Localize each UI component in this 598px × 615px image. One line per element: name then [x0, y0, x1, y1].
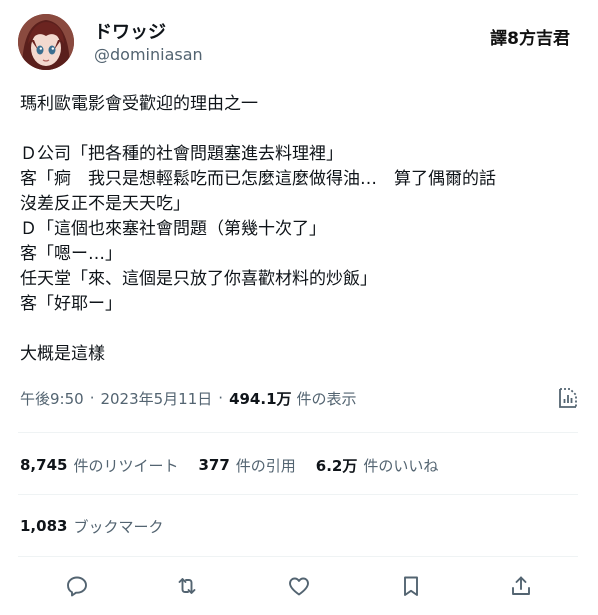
views-count: 494.1万	[229, 389, 292, 408]
tweet-text: 瑪利歐電影會受歡迎的理由之一 Ｄ公司「把各種的社會問題塞進去料理裡」 客「痾 我…	[20, 92, 585, 367]
analytics-icon[interactable]	[556, 386, 580, 410]
avatar[interactable]	[18, 14, 74, 70]
meta-separator: ·	[89, 389, 95, 407]
retweets-count: 8,745	[20, 456, 68, 474]
divider	[18, 556, 578, 557]
bookmark-icon	[399, 574, 423, 598]
likes-stat[interactable]: 6.2万 件のいいね	[316, 455, 439, 476]
meta-separator: ·	[218, 389, 224, 407]
tweet-line: 客「嗯ー…」	[20, 244, 122, 264]
retweets-stat[interactable]: 8,745 件のリツイート	[20, 455, 178, 476]
share-button[interactable]	[508, 573, 534, 599]
reply-icon	[65, 574, 89, 598]
tweet-line: 客「好耶ー」	[20, 294, 122, 314]
user-handle[interactable]: @dominiasan	[94, 45, 203, 64]
tweet-time[interactable]: 午後9:50	[20, 388, 84, 409]
tweet-line: 客「痾 我只是想輕鬆吃而已怎麼這麼做得油… 算了偶爾的話	[20, 169, 496, 189]
tweet-date[interactable]: 2023年5月11日	[100, 388, 212, 409]
bookmarks-count: 1,083	[20, 517, 68, 535]
views-label: 件の表示	[296, 389, 357, 408]
tweet-line: 任天堂「來、這個是只放了你喜歡材料的炒飯」	[20, 269, 377, 289]
tweet-line: 沒差反正不是天天吃」	[20, 194, 190, 214]
tweet-line: Ｄ「這個也來塞社會問題（第幾十次了」	[20, 219, 326, 239]
action-bar	[18, 570, 578, 600]
likes-label: 件のいいね	[363, 456, 439, 475]
tweet-line	[20, 317, 585, 342]
reply-button[interactable]	[64, 573, 90, 599]
tweet-line: 大概是這樣	[20, 344, 105, 364]
quotes-stat[interactable]: 377 件の引用	[198, 455, 295, 476]
divider	[18, 432, 578, 433]
retweets-label: 件のリツイート	[73, 456, 179, 475]
tweet-line: Ｄ公司「把各種的社會問題塞進去料理裡」	[20, 144, 343, 164]
likes-count: 6.2万	[315, 456, 358, 475]
tweet-stats: 8,745 件のリツイート 377 件の引用 6.2万 件のいいね	[20, 454, 458, 476]
divider	[18, 494, 578, 495]
quotes-label: 件の引用	[235, 456, 296, 475]
display-name[interactable]: ドワッジ	[94, 18, 166, 44]
tweet-header: ドワッジ @dominiasan 譯8方吉君	[18, 14, 578, 74]
quotes-count: 377	[198, 456, 230, 474]
translator-watermark: 譯8方吉君	[490, 29, 570, 49]
like-button[interactable]	[286, 573, 312, 599]
bookmarks-label: ブックマーク	[73, 517, 164, 536]
tweet-line: 瑪利歐電影會受歡迎的理由之一	[20, 94, 258, 114]
tweet-line	[20, 117, 585, 142]
heart-icon	[287, 574, 311, 598]
retweet-button[interactable]	[174, 573, 200, 599]
bookmark-button[interactable]	[398, 573, 424, 599]
bookmarks-stat[interactable]: 1,083 ブックマーク	[20, 515, 163, 537]
share-icon	[509, 574, 533, 598]
retweet-icon	[175, 574, 199, 598]
tweet-meta: 午後9:50 · 2023年5月11日 · 494.1万 件の表示	[20, 386, 580, 410]
